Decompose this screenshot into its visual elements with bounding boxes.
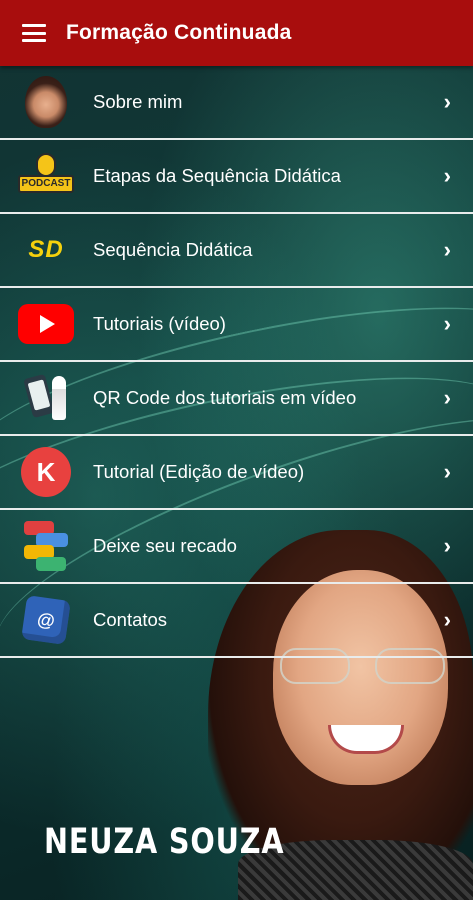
menu-item-recado[interactable]: Deixe seu recado › [0,510,473,584]
app-bar: Formação Continuada [0,0,473,66]
qr-phone-icon [18,370,74,426]
chevron-right-icon: › [443,163,451,188]
chevron-right-icon: › [443,385,451,410]
menu-item-label: Tutorial (Edição de vídeo) [93,461,305,482]
sd-icon: SD [28,236,64,263]
chevron-right-icon: › [443,237,451,262]
menu-item-label: Sobre mim [93,91,183,112]
menu-item-etapas[interactable]: PODCAST Etapas da Sequência Didática › [0,140,473,214]
chevron-right-icon: › [443,311,451,336]
menu-item-label: Deixe seu recado [93,535,237,556]
menu-item-sequencia[interactable]: SD Sequência Didática › [0,214,473,288]
menu-item-label: Sequência Didática [93,239,253,260]
menu-item-qr-code[interactable]: QR Code dos tutoriais em vídeo › [0,362,473,436]
chevron-right-icon: › [443,533,451,558]
chevron-right-icon: › [443,607,451,632]
chevron-right-icon: › [443,89,451,114]
banner-name: NEUZA SOUZA [44,822,285,862]
chat-bubbles-icon [18,518,74,574]
hamburger-menu-icon[interactable] [22,24,46,42]
menu-item-tutorial-edicao[interactable]: K Tutorial (Edição de vídeo) › [0,436,473,510]
menu-item-sobre-mim[interactable]: Sobre mim › [0,66,473,140]
app-title: Formação Continuada [66,21,292,44]
menu-item-label: Etapas da Sequência Didática [93,165,341,186]
youtube-icon [18,296,74,352]
contacts-cube-icon: @ [18,592,74,648]
podcast-icon: PODCAST [18,148,74,204]
profile-photo-icon [18,74,74,130]
kinemaster-icon: K [18,444,74,500]
menu-item-tutoriais[interactable]: Tutoriais (vídeo) › [0,288,473,362]
menu-item-label: Contatos [93,609,168,630]
podcast-icon-text: PODCAST [18,175,74,193]
menu-item-contatos[interactable]: @ Contatos › [0,584,473,658]
menu-item-label: QR Code dos tutoriais em vídeo [93,387,357,408]
menu-list: Sobre mim › PODCAST Etapas da Sequência … [0,66,473,658]
chevron-right-icon: › [443,459,451,484]
menu-item-label: Tutoriais (vídeo) [93,313,226,334]
